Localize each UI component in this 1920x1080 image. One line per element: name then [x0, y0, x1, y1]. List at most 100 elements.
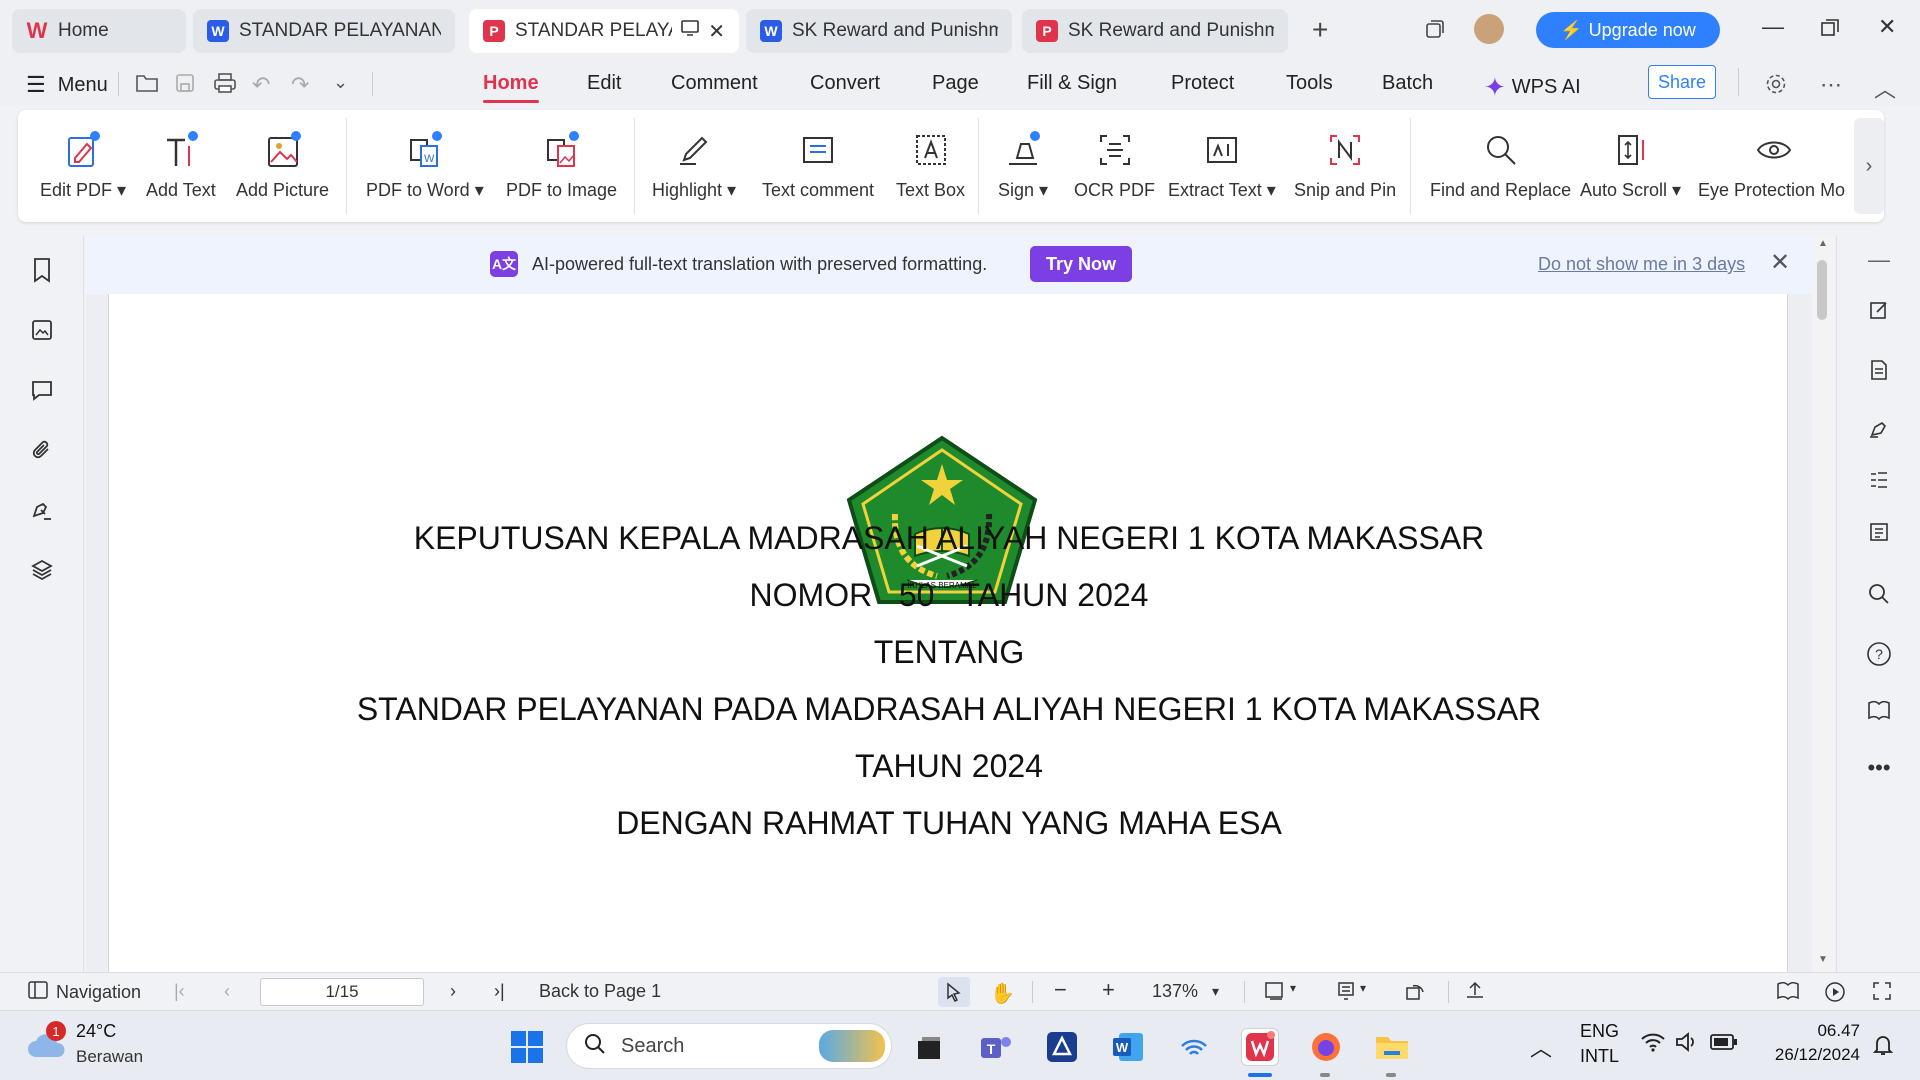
scroll-thumb[interactable] — [1817, 260, 1827, 320]
dismiss-link[interactable]: Do not show me in 3 days — [1538, 254, 1745, 275]
try-now-button[interactable]: Try Now — [1030, 246, 1132, 282]
wifi-share-icon[interactable] — [1175, 1028, 1213, 1066]
tab-document[interactable]: W STANDAR PELAYANAN 2024 — [193, 9, 455, 53]
fullscreen-icon[interactable] — [1872, 981, 1892, 1006]
snip-and-pin-button[interactable]: Snip and Pin — [1294, 128, 1396, 201]
pdf-to-word-button[interactable]: W PDF to Word ▾ — [366, 128, 484, 201]
export-icon[interactable] — [1464, 981, 1486, 1006]
fit-page-button[interactable]: ▾ — [1264, 981, 1296, 1006]
menu-tab-home[interactable]: Home — [483, 72, 539, 103]
volume-icon[interactable] — [1674, 1031, 1698, 1058]
task-view-icon[interactable] — [910, 1028, 948, 1066]
windows-start-icon[interactable] — [508, 1028, 546, 1066]
thumbnail-icon[interactable] — [26, 314, 58, 346]
tray-overflow-icon[interactable]: ︿ — [1530, 1031, 1552, 1063]
back-to-page-link[interactable]: Back to Page 1 — [539, 981, 661, 1002]
teams-icon[interactable]: T — [977, 1028, 1015, 1066]
signature-icon[interactable] — [26, 494, 58, 526]
firefox-icon[interactable] — [1307, 1028, 1345, 1066]
zoom-out-icon[interactable]: − — [1054, 977, 1067, 1003]
undo-icon[interactable]: ↶ — [252, 72, 270, 98]
ribbon-scroll-right-icon[interactable]: › — [1854, 118, 1884, 214]
weather-widget[interactable]: 1 — [26, 1021, 68, 1068]
new-tab-icon[interactable]: + — [1312, 14, 1328, 46]
taskbar-search[interactable]: Search — [566, 1023, 892, 1069]
tab-document-active[interactable]: P STANDAR PELAYANAN ✕ — [469, 9, 739, 53]
prev-page-icon[interactable]: ‹ — [224, 981, 230, 1002]
navigation-button[interactable]: Navigation — [28, 981, 141, 1004]
read-book-icon[interactable] — [1863, 694, 1895, 726]
edit-pdf-button[interactable]: Edit PDF ▾ — [40, 128, 126, 201]
clock[interactable]: 06.47 26/12/2024 — [1775, 1021, 1860, 1065]
bookmark-icon[interactable] — [26, 254, 58, 286]
menu-tab-convert[interactable]: Convert — [810, 72, 880, 95]
layers-icon[interactable] — [26, 554, 58, 586]
print-icon[interactable] — [213, 72, 237, 100]
collapse-panel-icon[interactable]: — — [1863, 244, 1895, 276]
language-indicator[interactable]: ENG INTL — [1580, 1021, 1619, 1067]
help-icon[interactable]: ? — [1863, 638, 1895, 670]
tab-document[interactable]: W SK Reward and Punishment — [746, 9, 1012, 53]
text-align-icon[interactable] — [1863, 464, 1895, 496]
highlight-button[interactable]: Highlight ▾ — [652, 128, 736, 201]
menu-tab-page[interactable]: Page — [932, 72, 979, 95]
page-number-input[interactable]: 1/15 — [260, 978, 424, 1006]
attachment-icon[interactable] — [26, 434, 58, 466]
menu-tab-tools[interactable]: Tools — [1286, 72, 1333, 95]
find-replace-button[interactable]: Find and Replace — [1430, 128, 1571, 201]
maximize-icon[interactable] — [1820, 18, 1840, 43]
tab-home[interactable]: W Home — [12, 9, 186, 53]
add-picture-button[interactable]: Add Picture — [236, 128, 329, 201]
pen-icon[interactable] — [1863, 412, 1895, 444]
redo-icon[interactable]: ↷ — [291, 72, 309, 98]
avatar[interactable] — [1474, 14, 1504, 44]
add-text-button[interactable]: Add Text — [146, 128, 216, 201]
wps-ai-button[interactable]: ✦ WPS AI — [1484, 72, 1581, 103]
rotate-icon[interactable] — [1404, 981, 1426, 1006]
close-banner-icon[interactable]: ✕ — [1770, 248, 1790, 277]
pdf-to-image-button[interactable]: PDF to Image — [506, 128, 617, 201]
zoom-in-icon[interactable]: + — [1102, 977, 1115, 1003]
select-tool-icon[interactable] — [938, 977, 970, 1007]
extract-text-button[interactable]: Extract Text ▾ — [1168, 128, 1276, 201]
open-folder-icon[interactable] — [135, 72, 159, 100]
chevron-down-icon[interactable]: ⌄ — [333, 72, 348, 93]
scroll-up-icon[interactable]: ▲ — [1818, 238, 1828, 249]
tab-document[interactable]: P SK Reward and Punishment — [1022, 9, 1288, 53]
play-icon[interactable] — [1824, 981, 1846, 1008]
form-icon[interactable] — [1863, 354, 1895, 386]
comment-icon[interactable] — [26, 374, 58, 406]
edit-document-icon[interactable] — [1863, 294, 1895, 326]
more-options-icon[interactable]: ••• — [1863, 752, 1895, 784]
share-button[interactable]: Share — [1648, 65, 1716, 99]
page-layout-button[interactable]: ▾ — [1336, 981, 1366, 1006]
gear-icon[interactable] — [1764, 72, 1788, 102]
upgrade-button[interactable]: ⚡ Upgrade now — [1536, 12, 1720, 48]
text-comment-button[interactable]: Text comment — [762, 128, 874, 201]
monitor-icon[interactable] — [680, 19, 700, 43]
zoom-select[interactable]: 137% ▾ — [1152, 981, 1219, 1002]
sign-button[interactable]: Sign ▾ — [998, 128, 1048, 201]
app-launcher-icon[interactable] — [1043, 1028, 1081, 1066]
scroll-down-icon[interactable]: ▼ — [1818, 954, 1828, 965]
text-box-button[interactable]: Text Box — [896, 128, 965, 201]
menu-tab-edit[interactable]: Edit — [587, 72, 621, 95]
hand-tool-icon[interactable]: ✋ — [990, 981, 1015, 1006]
word-app-icon[interactable]: W — [1109, 1028, 1147, 1066]
menu-tab-protect[interactable]: Protect — [1171, 72, 1234, 95]
close-tab-icon[interactable]: ✕ — [708, 19, 725, 44]
file-explorer-icon[interactable] — [1373, 1028, 1411, 1066]
eye-protection-button[interactable]: Eye Protection Mode — [1698, 128, 1846, 201]
next-page-icon[interactable]: › — [450, 981, 456, 1002]
close-window-icon[interactable]: ✕ — [1878, 14, 1896, 40]
vertical-scrollbar[interactable]: ▲ ▼ — [1812, 236, 1834, 972]
wps-office-icon[interactable] — [1241, 1028, 1279, 1066]
auto-scroll-button[interactable]: Auto Scroll ▾ — [1580, 128, 1681, 201]
battery-icon[interactable] — [1710, 1033, 1738, 1056]
more-icon[interactable]: ⋯ — [1820, 72, 1842, 98]
menu-tab-comment[interactable]: Comment — [671, 72, 758, 95]
ocr-pdf-button[interactable]: OCR PDF — [1074, 128, 1155, 201]
wifi-icon[interactable] — [1640, 1031, 1666, 1058]
document-scan-icon[interactable] — [1863, 516, 1895, 548]
menu-tab-fill-sign[interactable]: Fill & Sign — [1027, 72, 1117, 95]
